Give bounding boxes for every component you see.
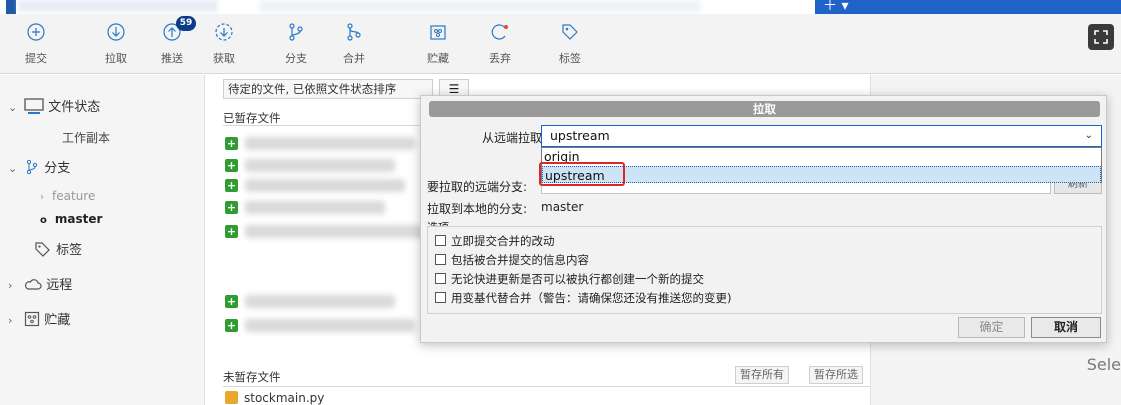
stage-selected-button[interactable]: 暂存所选: [809, 366, 863, 384]
checkbox-icon: [435, 273, 446, 284]
sidebar-branch-feature[interactable]: › feature: [40, 185, 95, 207]
cloud-icon: [25, 279, 42, 290]
arrow-down-circle-icon: [107, 23, 125, 41]
merge-icon: [347, 23, 361, 41]
tag-icon: [35, 242, 50, 257]
chevron-down-icon: ⌄: [8, 101, 18, 114]
chevron-right-icon: ›: [8, 279, 13, 292]
pull-dialog: 拉取 从远端拉取 刷新 upstream ⌄ origin upstream 要…: [420, 95, 1107, 343]
blurred-title: [18, 0, 218, 12]
sidebar-branch-master[interactable]: o master: [40, 208, 102, 230]
stage-all-button[interactable]: 暂存所有: [735, 366, 789, 384]
chevron-down-icon: ⌄: [8, 162, 18, 175]
branch-icon: [289, 23, 303, 41]
sort-dropdown[interactable]: 待定的文件, 已依照文件状态排序: [223, 79, 433, 99]
blurred-filename: [245, 225, 425, 238]
plus-circle-icon: [27, 23, 45, 41]
chevron-right-icon: ›: [40, 192, 44, 203]
staged-file-icon: +: [225, 319, 238, 332]
tag-icon: [562, 24, 578, 40]
local-branch-label: 拉取到本地的分支:: [427, 202, 528, 216]
current-branch-icon: o: [40, 215, 47, 226]
staged-file-icon: +: [225, 295, 238, 308]
remote-branch-label: 要拉取的远端分支:: [427, 180, 528, 194]
sidebar-remotes[interactable]: › 远程: [8, 275, 72, 297]
staged-file-icon: +: [225, 225, 238, 238]
blurred-tabs: [260, 0, 700, 12]
expand-icon: [1094, 30, 1108, 44]
pull-button[interactable]: 拉取: [96, 20, 136, 66]
title-strip: ＋ ▾: [0, 0, 1121, 14]
branch-button[interactable]: 分支: [276, 20, 316, 66]
remote-select[interactable]: upstream ⌄: [541, 125, 1102, 147]
staged-file-icon: +: [225, 137, 238, 150]
blurred-filename: [245, 295, 395, 308]
fullscreen-button[interactable]: [1088, 24, 1114, 50]
include-messages-checkbox[interactable]: 包括被合并提交的信息内容: [435, 252, 589, 268]
unstaged-files-title: 未暂存文件: [223, 370, 281, 384]
discard-button[interactable]: 丢弃: [480, 20, 520, 66]
staged-file-icon: +: [225, 179, 238, 192]
fetch-icon: [215, 23, 233, 41]
checkbox-icon: [435, 254, 446, 265]
blurred-filename: [245, 159, 395, 172]
sidebar: ⌄ 文件状态 工作副本 ⌄ 分支 › feature o master 标签 › 远…: [0, 75, 205, 405]
ok-button[interactable]: 确定: [958, 317, 1025, 338]
checkbox-icon: [435, 292, 446, 303]
unstaged-file-row[interactable]: stockmain.py: [225, 391, 324, 405]
push-button[interactable]: 59 推送: [152, 16, 196, 66]
checkbox-icon: [435, 235, 446, 246]
push-count-badge: 59: [176, 16, 196, 31]
blurred-filename: [245, 201, 385, 214]
sidebar-file-status[interactable]: ⌄ 文件状态: [8, 97, 100, 119]
window-edge: [6, 0, 16, 14]
commit-merged-checkbox[interactable]: 立即提交合并的改动: [435, 233, 555, 249]
new-tab-bar[interactable]: ＋ ▾: [815, 0, 1121, 14]
remote-option-origin[interactable]: origin: [542, 148, 1101, 165]
pull-from-label: 从远端拉取: [482, 131, 543, 145]
modified-file-icon: [225, 391, 238, 404]
divider: [223, 386, 870, 387]
sidebar-branches[interactable]: ⌄ 分支: [8, 158, 70, 180]
sidebar-tags[interactable]: 标签: [34, 240, 82, 262]
staged-files-title: 已暂存文件: [223, 111, 281, 125]
blurred-filename: [245, 137, 415, 150]
highlight-box: [539, 162, 625, 186]
stash-button[interactable]: 贮藏: [418, 20, 458, 66]
commit-button[interactable]: 提交: [16, 20, 56, 66]
staged-file-icon: +: [225, 159, 238, 172]
rebase-checkbox[interactable]: 用变基代替合并（警告：请确保您还没有推送您的变更): [435, 290, 731, 306]
remote-option-upstream[interactable]: upstream: [542, 166, 1101, 183]
merge-button[interactable]: 合并: [334, 20, 374, 66]
sidebar-working-copy[interactable]: 工作副本: [62, 127, 110, 149]
discard-icon: [491, 24, 508, 40]
cancel-button[interactable]: 取消: [1031, 317, 1101, 338]
local-branch-value: master: [541, 200, 584, 214]
toolbar: 提交 拉取 59 推送 获取 分支 合并 贮藏 丢弃 标签: [0, 14, 1121, 74]
fetch-button[interactable]: 获取: [204, 20, 244, 66]
remote-dropdown-list: origin upstream: [541, 147, 1102, 183]
branch-icon: [27, 159, 38, 175]
dialog-title: 拉取: [429, 101, 1100, 117]
stash-icon: [430, 25, 446, 40]
blurred-filename: [245, 179, 405, 192]
stash-icon: [25, 311, 40, 327]
chevron-down-icon: ⌄: [1084, 130, 1093, 141]
tag-button[interactable]: 标签: [550, 20, 590, 66]
blurred-filename: [245, 319, 415, 332]
sidebar-stashes[interactable]: › 贮藏: [8, 310, 70, 332]
no-fast-forward-checkbox[interactable]: 无论快进更新是否可以被执行都创建一个新的提交: [435, 271, 704, 287]
staged-file-icon: +: [225, 201, 238, 214]
chevron-right-icon: ›: [8, 314, 13, 327]
diff-placeholder-text: Sele: [1086, 355, 1121, 374]
monitor-icon: [24, 98, 44, 114]
